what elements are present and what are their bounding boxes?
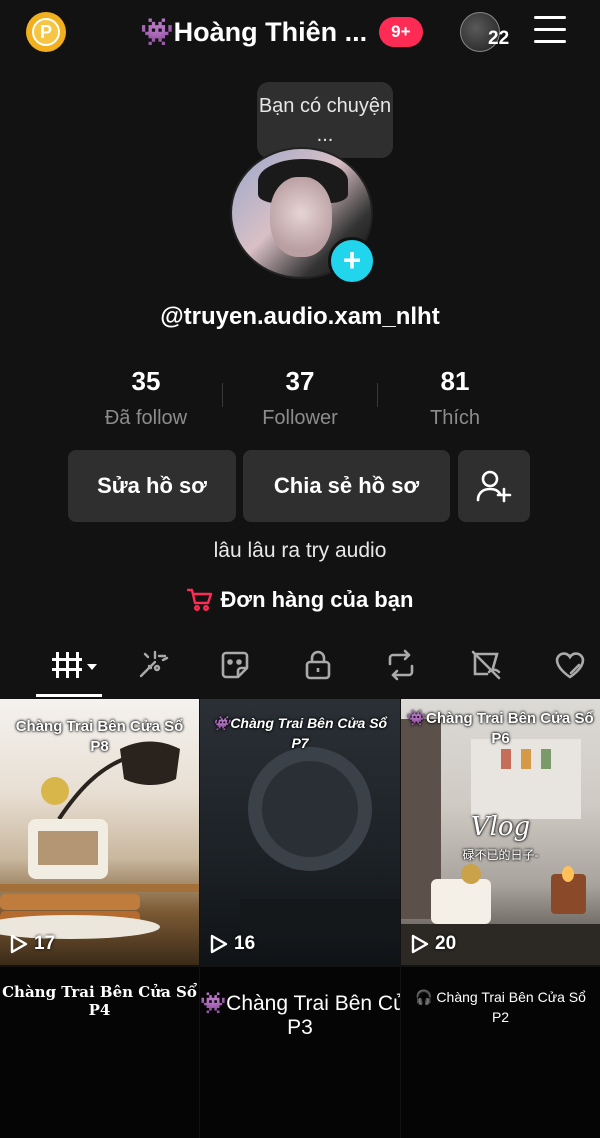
video-thumbnail[interactable]: 🎧 Chàng Trai Bên Cửa Sổ P2 bbox=[401, 967, 600, 1138]
lock-icon bbox=[305, 650, 331, 680]
video-thumbnail[interactable]: 👾Chàng Trai Bên Cửa Sổ P6 Vlog 碌不已的日子- 20 bbox=[401, 699, 600, 965]
sparkles-icon bbox=[139, 650, 169, 678]
tab-private[interactable] bbox=[294, 640, 342, 690]
note-bubble[interactable]: Bạn có chuyện ... bbox=[257, 82, 393, 158]
tab-videos[interactable] bbox=[44, 640, 104, 690]
content-tabs bbox=[0, 640, 600, 696]
friends-count: 22 bbox=[488, 28, 510, 49]
following-stat[interactable]: 35 Đã follow bbox=[71, 366, 221, 430]
tab-liked[interactable] bbox=[546, 640, 594, 690]
share-profile-button[interactable]: Chia sẻ hồ sơ bbox=[243, 450, 450, 522]
coin-icon[interactable]: P bbox=[26, 12, 66, 52]
tab-sparkles[interactable] bbox=[128, 640, 176, 690]
tab-hidden[interactable] bbox=[462, 640, 510, 690]
play-count: 17 bbox=[10, 933, 55, 955]
play-icon bbox=[210, 934, 228, 954]
play-count: 16 bbox=[210, 933, 255, 955]
display-name: 👾Hoàng Thiên ... bbox=[140, 17, 368, 47]
add-user-icon bbox=[476, 470, 512, 503]
active-tab-indicator bbox=[36, 694, 102, 697]
orders-link[interactable]: Đơn hàng của bạn bbox=[0, 587, 600, 613]
play-icon bbox=[411, 934, 429, 954]
video-thumbnail[interactable]: 👾Chàng Trai Bên Củ P3 bbox=[200, 967, 400, 1138]
heart-slash-icon bbox=[555, 652, 585, 679]
add-story-button[interactable]: + bbox=[328, 237, 376, 285]
play-count: 20 bbox=[411, 933, 456, 955]
repost-icon bbox=[388, 649, 414, 681]
bio-text: lâu lâu ra try audio bbox=[213, 539, 387, 562]
menu-icon[interactable] bbox=[534, 16, 566, 44]
likes-stat[interactable]: 81 Thích bbox=[380, 366, 530, 430]
video-thumbnail[interactable]: Chàng Trai Bên Cửa Sổ P8 17 bbox=[0, 699, 199, 965]
video-thumbnail[interactable]: Chàng Trai Bên Cửa Sổ P4 bbox=[0, 967, 199, 1138]
account-switcher[interactable]: 👾Hoàng Thiên ... 9+ bbox=[140, 14, 423, 50]
add-friend-button[interactable] bbox=[458, 450, 530, 522]
video-thumbnail[interactable]: 👾Chàng Trai Bên Cửa Sổ P7 16 bbox=[200, 699, 400, 965]
eye-slash-icon bbox=[471, 650, 501, 680]
tab-reposts[interactable] bbox=[377, 640, 425, 690]
username: @truyen.audio.xam_nlht bbox=[160, 303, 440, 330]
tab-stickers[interactable] bbox=[211, 640, 259, 690]
followers-stat[interactable]: 37 Follower bbox=[225, 366, 375, 430]
sticker-icon bbox=[221, 651, 249, 679]
cart-icon bbox=[186, 588, 212, 612]
edit-profile-button[interactable]: Sửa hồ sơ bbox=[68, 450, 236, 522]
notification-badge: 9+ bbox=[379, 17, 423, 47]
grid-bars-icon bbox=[52, 652, 97, 678]
play-icon bbox=[10, 934, 28, 954]
